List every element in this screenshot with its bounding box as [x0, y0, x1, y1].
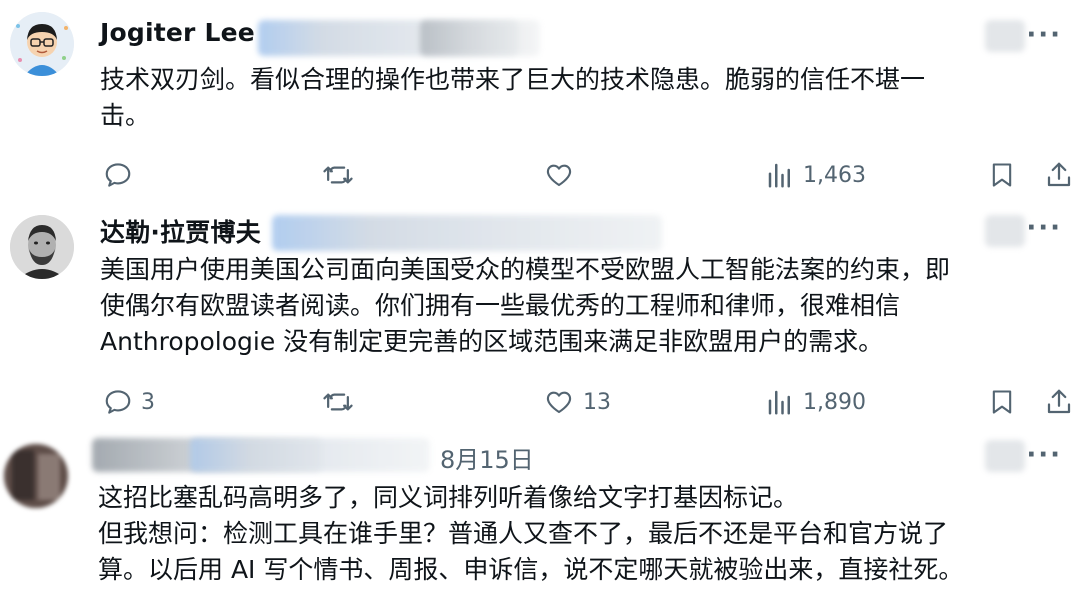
more-icon[interactable]: ···: [1026, 20, 1062, 50]
reply-icon: [105, 163, 131, 187]
bookmark-button[interactable]: [988, 387, 1016, 417]
bookmark-icon: [992, 163, 1012, 187]
action-bar: 3 13 1,890: [0, 385, 1080, 425]
tweet-text-line: 这招比塞乱码高明多了，同义词排列听着像给文字打基因标记。: [98, 483, 799, 512]
tweet-text: 美国用户使用美国公司面向美国受众的模型不受欧盟人工智能法案的约束，即 使偶尔有欧…: [100, 252, 950, 360]
share-button[interactable]: [1044, 387, 1074, 417]
avatar[interactable]: [4, 444, 68, 508]
share-button[interactable]: [1044, 160, 1074, 190]
share-icon: [1047, 389, 1071, 414]
avatar[interactable]: [10, 12, 74, 76]
retweet-icon: [323, 393, 353, 411]
author-name[interactable]: Jogiter Lee: [100, 18, 255, 47]
retweet-icon: [323, 166, 353, 184]
more-icon[interactable]: ···: [1026, 440, 1062, 470]
author-name[interactable]: 达勒·拉贾博夫: [100, 213, 261, 249]
heart-icon: [546, 164, 572, 187]
tweet-1[interactable]: Jogiter Lee ··· 技术双刃剑。看似合理的操作也带来了巨大的技术隐患…: [0, 0, 1080, 205]
reply-button[interactable]: 3: [103, 387, 155, 417]
share-icon: [1047, 162, 1071, 187]
views-icon: [768, 163, 790, 188]
tweet-text-line: 击。: [100, 101, 151, 130]
views-button[interactable]: 1,463: [765, 160, 866, 190]
redacted-timestamp: [985, 440, 1025, 472]
avatar[interactable]: [10, 215, 74, 279]
views-button[interactable]: 1,890: [765, 387, 866, 417]
views-icon: [768, 390, 790, 415]
action-bar: 1,463: [0, 156, 1080, 196]
tweet-text-line: Anthropologie 没有制定更完善的区域范围来满足非欧盟用户的需求。: [100, 327, 884, 356]
redacted-timestamp: [985, 215, 1025, 247]
redacted-handle: [190, 438, 430, 472]
like-button[interactable]: 13: [543, 387, 611, 417]
tweet-text: 这招比塞乱码高明多了，同义词排列听着像给文字打基因标记。 但我想问：检测工具在谁…: [98, 480, 963, 588]
reply-button[interactable]: [103, 160, 141, 190]
heart-icon: [546, 391, 572, 414]
bookmark-icon: [992, 390, 1012, 414]
tweet-text-line: 美国用户使用美国公司面向美国受众的模型不受欧盟人工智能法案的约束，即: [100, 255, 951, 284]
tweet-2[interactable]: 达勒·拉贾博夫 ··· 美国用户使用美国公司面向美国受众的模型不受欧盟人工智能法…: [0, 205, 1080, 435]
more-icon[interactable]: ···: [1026, 213, 1062, 243]
bookmark-button[interactable]: [988, 160, 1016, 190]
reply-icon: [105, 390, 131, 414]
redacted-timestamp: [985, 20, 1025, 52]
tweet-3[interactable]: 8月15日 ··· 这招比塞乱码高明多了，同义词排列听着像给文字打基因标记。 但…: [0, 430, 1080, 593]
redacted-handle: [272, 215, 662, 251]
retweet-button[interactable]: [322, 160, 354, 190]
tweet-text-line: 算。以后用 AI 写个情书、周报、申诉信，说不定哪天就被验出来，直接社死。: [98, 555, 964, 584]
like-button[interactable]: [543, 160, 583, 190]
tweet-text-line: 使偶尔有欧盟读者阅读。你们拥有一些最优秀的工程师和律师，很难相信: [100, 291, 901, 320]
redacted-handle: [420, 20, 540, 56]
tweet-text: 技术双刃剑。看似合理的操作也带来了巨大的技术隐患。脆弱的信任不堪一 击。: [100, 62, 925, 134]
tweet-date[interactable]: 8月15日: [440, 440, 534, 475]
retweet-button[interactable]: [322, 387, 354, 417]
tweet-text-line: 技术双刃剑。看似合理的操作也带来了巨大的技术隐患。脆弱的信任不堪一: [100, 65, 926, 94]
tweet-text-line: 但我想问：检测工具在谁手里？普通人又查不了，最后不还是平台和官方说了: [98, 519, 949, 548]
